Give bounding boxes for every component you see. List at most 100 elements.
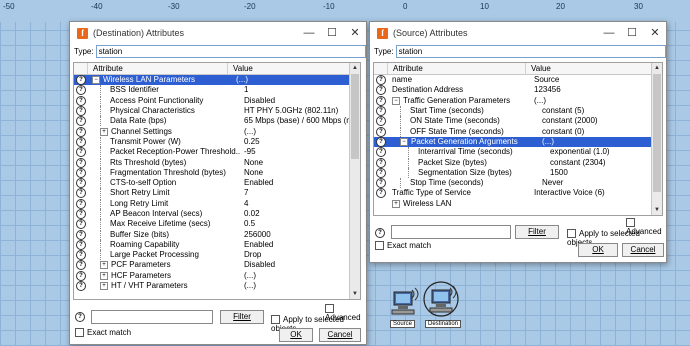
- expand-icon[interactable]: +: [100, 282, 108, 291]
- cancel-button[interactable]: Cancel: [319, 328, 361, 342]
- help-icon[interactable]: ?: [376, 188, 386, 199]
- attribute-value[interactable]: (...): [240, 127, 360, 137]
- expand-icon[interactable]: +: [100, 271, 108, 280]
- help-icon[interactable]: ?: [76, 75, 86, 86]
- table-row[interactable]: ? Interarrival Time (seconds) exponential …: [374, 147, 662, 158]
- attribute-value[interactable]: Source: [530, 75, 662, 85]
- table-row[interactable]: ? Rts Threshold (bytes) None: [74, 157, 360, 168]
- help-icon[interactable]: ?: [376, 167, 386, 178]
- table-row[interactable]: ? Packet Reception-Power Threshold... -95: [74, 147, 360, 158]
- checkbox-icon[interactable]: [75, 328, 84, 338]
- attribute-value[interactable]: Disabled: [240, 260, 360, 270]
- exact-match-checkbox[interactable]: Exact match: [75, 328, 131, 338]
- help-icon[interactable]: ?: [76, 260, 86, 271]
- help-icon[interactable]: ?: [76, 229, 86, 240]
- column-header-value[interactable]: Value: [228, 63, 360, 74]
- scroll-thumb[interactable]: [351, 74, 359, 159]
- column-header-value[interactable]: Value: [526, 63, 662, 74]
- attribute-value[interactable]: Interactive Voice (6): [530, 188, 662, 198]
- help-icon[interactable]: ?: [76, 95, 86, 106]
- exact-match-checkbox[interactable]: Exact match: [375, 241, 431, 251]
- help-icon[interactable]: ?: [76, 250, 86, 261]
- checkbox-icon[interactable]: [567, 229, 576, 239]
- attribute-value[interactable]: Drop: [240, 250, 360, 260]
- attribute-value[interactable]: 0.02: [240, 209, 360, 219]
- attribute-value[interactable]: (...): [240, 281, 360, 291]
- close-icon[interactable]: ✕: [348, 26, 362, 40]
- table-row[interactable]: ? + Channel Settings (...): [74, 126, 360, 137]
- table-row[interactable]: ? name Source: [374, 75, 662, 86]
- filter-input[interactable]: [91, 310, 213, 324]
- help-icon[interactable]: ?: [75, 311, 85, 322]
- attribute-value[interactable]: 1: [240, 85, 360, 95]
- attribute-value[interactable]: 123456: [530, 85, 662, 95]
- scroll-up-icon[interactable]: ▲: [350, 63, 360, 73]
- attribute-value[interactable]: None: [240, 168, 360, 178]
- attribute-value[interactable]: exponential (1.0): [546, 147, 662, 157]
- destination-node[interactable]: Destination: [423, 281, 462, 328]
- attribute-value[interactable]: 0.25: [240, 137, 360, 147]
- attribute-value[interactable]: 7: [240, 188, 360, 198]
- help-icon[interactable]: ?: [76, 178, 86, 189]
- table-row[interactable]: ? Packet Size (bytes) constant (2304): [374, 157, 662, 168]
- table-row[interactable]: ? Buffer Size (bits) 256000: [74, 229, 360, 240]
- help-icon[interactable]: ?: [76, 219, 86, 230]
- table-row[interactable]: ? Short Retry Limit 7: [74, 188, 360, 199]
- help-icon[interactable]: ?: [76, 281, 86, 292]
- attribute-value[interactable]: 256000: [240, 230, 360, 240]
- close-icon[interactable]: ✕: [648, 26, 662, 40]
- help-icon[interactable]: ?: [76, 270, 86, 281]
- help-icon[interactable]: ?: [376, 157, 386, 168]
- attribute-value[interactable]: 4: [240, 199, 360, 209]
- filter-input[interactable]: [391, 225, 511, 239]
- help-icon[interactable]: ?: [375, 227, 385, 238]
- table-row[interactable]: ? Stop Time (seconds) Never: [374, 178, 662, 189]
- help-icon[interactable]: ?: [76, 136, 86, 147]
- help-icon[interactable]: ?: [376, 75, 386, 86]
- column-header-attribute[interactable]: Attribute: [388, 63, 526, 74]
- attribute-value[interactable]: constant (5): [538, 106, 662, 116]
- attribute-value[interactable]: constant (2304): [546, 158, 662, 168]
- maximize-icon[interactable]: ☐: [325, 26, 339, 40]
- help-icon[interactable]: ?: [376, 116, 386, 127]
- table-row[interactable]: ? Long Retry Limit 4: [74, 198, 360, 209]
- attribute-value[interactable]: constant (0): [538, 127, 662, 137]
- table-row[interactable]: ? Large Packet Processing Drop: [74, 250, 360, 261]
- maximize-icon[interactable]: ☐: [625, 26, 639, 40]
- source-node[interactable]: Source: [386, 286, 422, 328]
- scroll-thumb[interactable]: [653, 74, 661, 192]
- filter-button[interactable]: Filter: [515, 225, 559, 239]
- table-row[interactable]: ? AP Beacon Interval (secs) 0.02: [74, 209, 360, 219]
- ok-button[interactable]: OK: [279, 328, 313, 342]
- minimize-icon[interactable]: —: [302, 26, 316, 40]
- vertical-scrollbar[interactable]: ▲ ▼: [651, 63, 662, 215]
- filter-button[interactable]: Filter: [220, 310, 264, 324]
- table-row[interactable]: ? Transmit Power (W) 0.25: [74, 136, 360, 147]
- table-row[interactable]: ? + HT / VHT Parameters (...): [74, 281, 360, 292]
- help-icon[interactable]: ?: [76, 116, 86, 127]
- attribute-value[interactable]: Disabled: [240, 96, 360, 106]
- table-row[interactable]: ? Fragmentation Threshold (bytes) None: [74, 167, 360, 178]
- scroll-down-icon[interactable]: ▼: [350, 289, 360, 299]
- attribute-value[interactable]: None: [240, 158, 360, 168]
- collapse-icon[interactable]: −: [392, 96, 400, 105]
- expand-icon[interactable]: +: [392, 199, 400, 208]
- expand-icon[interactable]: +: [100, 127, 108, 136]
- attribute-value[interactable]: constant (2000): [538, 116, 662, 126]
- table-row[interactable]: ? − Packet Generation Arguments (...): [374, 136, 662, 148]
- table-row[interactable]: ? Max Receive Lifetime (secs) 0.5: [74, 219, 360, 230]
- help-icon[interactable]: ?: [76, 198, 86, 209]
- help-icon[interactable]: ?: [76, 157, 86, 168]
- ok-button[interactable]: OK: [578, 243, 618, 257]
- checkbox-icon[interactable]: [271, 315, 280, 325]
- table-row[interactable]: ? BSS Identifier 1: [74, 85, 360, 96]
- attribute-value[interactable]: Enabled: [240, 178, 360, 188]
- help-icon[interactable]: ?: [376, 106, 386, 117]
- checkbox-icon[interactable]: [325, 304, 334, 314]
- help-icon[interactable]: ?: [376, 136, 386, 147]
- table-row[interactable]: ? Segmentation Size (bytes) 1500: [374, 167, 662, 178]
- help-icon[interactable]: ?: [376, 95, 386, 106]
- attribute-value[interactable]: Never: [538, 178, 662, 188]
- table-row[interactable]: ? Destination Address 123456: [374, 85, 662, 96]
- attribute-value[interactable]: 0.5: [240, 219, 360, 229]
